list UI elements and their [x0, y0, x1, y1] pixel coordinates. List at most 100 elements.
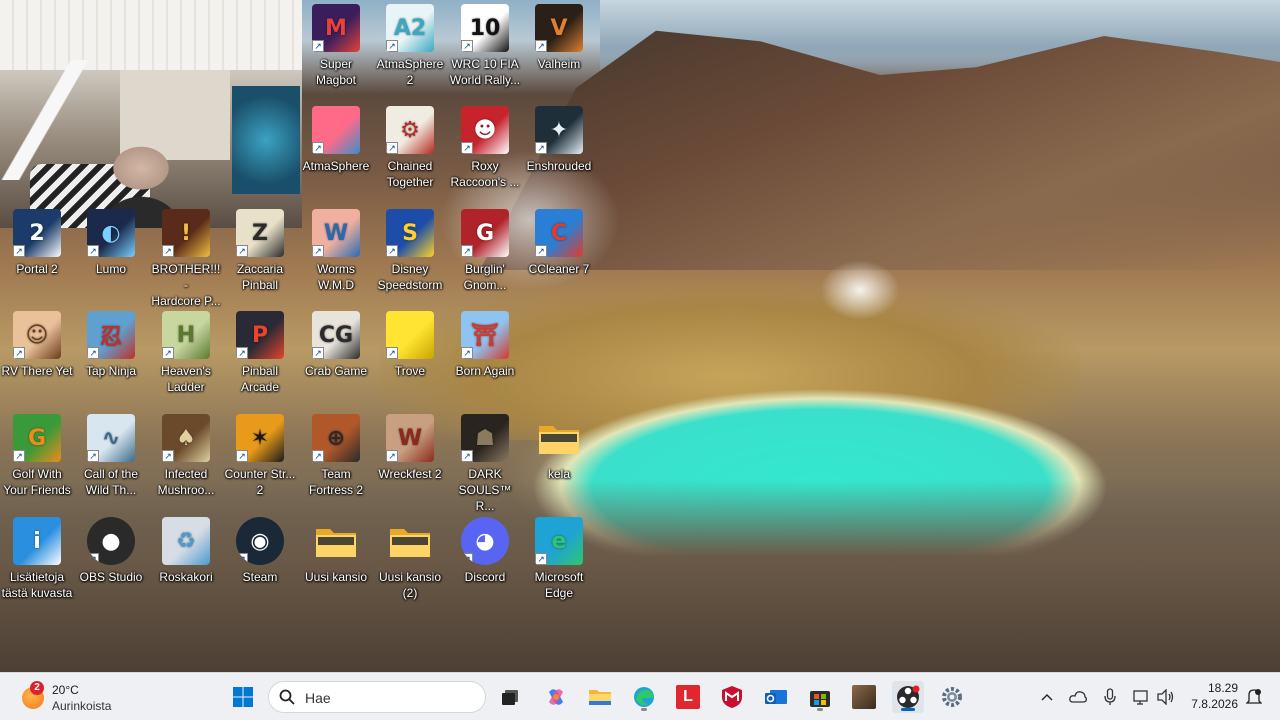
recycle-bin-icon: ♻: [162, 517, 210, 565]
portal2-icon: 2 ↗: [13, 209, 61, 257]
onedrive-icon: [1069, 691, 1087, 703]
clock-date: 7.8.2026: [1191, 697, 1238, 711]
taskbar-search[interactable]: Hae: [268, 681, 486, 713]
obs-icon: [897, 685, 920, 708]
desktop-icon-crab-game[interactable]: CG ↗ Crab Game: [299, 311, 373, 379]
shortcut-arrow-icon: ↗: [13, 245, 25, 257]
folder-icon: [535, 414, 583, 462]
start-button[interactable]: [227, 681, 259, 713]
desktop-icon-wrc10[interactable]: 10 ↗ WRC 10 FIA World Rally...: [448, 4, 522, 88]
team-fortress2-icon: ⊕ ↗: [312, 414, 360, 462]
obs-taskbar-button[interactable]: [892, 681, 924, 713]
desktop-icon-chained-together[interactable]: ⚙ ↗ Chained Together: [373, 106, 447, 190]
weather-widget[interactable]: 2 20°C Aurinkoista: [18, 681, 158, 713]
desktop-icon-spotlight-info[interactable]: i Lisätietoja tästä kuvasta: [0, 517, 74, 601]
shortcut-arrow-icon: ↗: [312, 40, 324, 52]
active-indicator: [641, 708, 647, 711]
shortcut-arrow-icon: ↗: [461, 450, 473, 462]
desktop-icon-counter-strike2[interactable]: ✶ ↗ Counter Str... 2: [223, 414, 297, 498]
desktop-icon-valheim[interactable]: V ↗ Valheim: [522, 4, 596, 72]
wallpaper-steam-vent: [820, 260, 900, 320]
desktop-icon-atmasphere2[interactable]: A2 ↗ AtmaSphere 2: [373, 4, 447, 88]
heavens-ladder-icon: H ↗: [162, 311, 210, 359]
desktop-icon-folder[interactable]: Uusi kansio: [299, 517, 373, 585]
desktop-icon-worms-wmd[interactable]: W ↗ Worms W.M.D: [299, 209, 373, 293]
copilot-button[interactable]: [540, 681, 572, 713]
game-app-icon: [852, 685, 876, 709]
tray-cloud[interactable]: [1068, 687, 1088, 707]
desktop-icon-super-magbot[interactable]: M ↗ Super Magbot: [299, 4, 373, 88]
game-taskbar-button[interactable]: [848, 681, 880, 713]
shortcut-arrow-icon: ↗: [236, 450, 248, 462]
tray-network[interactable]: [1132, 687, 1152, 707]
desktop-icon-edge[interactable]: e ↗ Microsoft Edge: [522, 517, 596, 601]
desktop-icon-steam[interactable]: ◉ ↗ Steam: [223, 517, 297, 585]
desktop-icon-heavens-ladder[interactable]: H ↗ Heaven's Ladder: [149, 311, 223, 395]
desktop-icon-lumo[interactable]: ◐ ↗ Lumo: [74, 209, 148, 277]
desktop-icon-label: OBS Studio: [79, 570, 143, 584]
desktop-icon-obs-studio[interactable]: ● ↗ OBS Studio: [74, 517, 148, 585]
desktop-icon-zaccaria-pinball[interactable]: Z ↗ Zaccaria Pinball: [223, 209, 297, 293]
golf-with-friends-icon: G ↗: [13, 414, 61, 462]
desktop-icon-label: Team Fortress 2: [308, 467, 363, 497]
desktop-icon-burglin-gnomes[interactable]: G ↗ Burglin' Gnom...: [448, 209, 522, 293]
file-explorer-button[interactable]: [584, 681, 616, 713]
desktop-icon-label: Pinball Arcade: [240, 364, 280, 394]
desktop-icon-label: Wreckfest 2: [378, 467, 442, 481]
desktop-icon-call-of-the-wild[interactable]: ∿ ↗ Call of the Wild Th...: [74, 414, 148, 498]
desktop-icon-trove[interactable]: ↗ Trove: [373, 311, 447, 379]
mail-icon: [765, 690, 787, 704]
desktop-icon-enshrouded[interactable]: ✦ ↗ Enshrouded: [522, 106, 596, 174]
edge-taskbar-button[interactable]: [628, 681, 660, 713]
outlook-button[interactable]: [760, 681, 792, 713]
desktop-icon-born-again[interactable]: ⛩ ↗ Born Again: [448, 311, 522, 379]
desktop-icon-label: BROTHER!!! - Hardcore P...: [151, 262, 221, 308]
l-app-button[interactable]: L: [672, 681, 704, 713]
desktop-icon-ccleaner[interactable]: C ↗ CCleaner 7: [522, 209, 596, 277]
desktop-icon-wreckfest2[interactable]: W ↗ Wreckfest 2: [373, 414, 447, 482]
desktop-icon-folder[interactable]: Uusi kansio (2): [373, 517, 447, 601]
trove-icon: ↗: [386, 311, 434, 359]
notifications-button[interactable]: [1244, 687, 1264, 707]
desktop-icon-folder[interactable]: kela: [522, 414, 596, 482]
desktop-icon-discord[interactable]: ◕ ↗ Discord: [448, 517, 522, 585]
tray-volume[interactable]: [1156, 687, 1176, 707]
desktop-icon-label: AtmaSphere: [302, 159, 370, 173]
shortcut-arrow-icon: ↗: [87, 347, 99, 359]
steam-icon: ◉ ↗: [236, 517, 284, 565]
desktop-icon-label: Microsoft Edge: [534, 570, 584, 600]
shortcut-arrow-icon: ↗: [236, 553, 248, 565]
mcafee-button[interactable]: [716, 681, 748, 713]
store-button[interactable]: [804, 681, 836, 713]
tray-microphone[interactable]: [1100, 687, 1120, 707]
desktop-icon-portal2[interactable]: 2 ↗ Portal 2: [0, 209, 74, 277]
desktop-icon-recycle-bin[interactable]: ♻ Roskakori: [149, 517, 223, 585]
desktop-icon-roxy-raccoon[interactable]: ☻ ↗ Roxy Raccoon's ...: [448, 106, 522, 190]
shortcut-arrow-icon: ↗: [461, 40, 473, 52]
desktop-icon-rv-there-yet[interactable]: ☺ ↗ RV There Yet: [0, 311, 74, 379]
shortcut-arrow-icon: ↗: [386, 142, 398, 154]
webcam-poster: [232, 86, 300, 194]
desktop-icon-label: Enshrouded: [526, 159, 592, 173]
desktop-icon-infected-mushroom[interactable]: ♠ ↗ Infected Mushroo...: [149, 414, 223, 498]
desktop-icon-atmasphere[interactable]: ↗ AtmaSphere: [299, 106, 373, 174]
desktop-icon-pinball-arcade[interactable]: P ↗ Pinball Arcade: [223, 311, 297, 395]
desktop-icon-brother[interactable]: ! ↗ BROTHER!!! - Hardcore P...: [149, 209, 223, 309]
brother-icon: ! ↗: [162, 209, 210, 257]
desktop-icon-label: Roskakori: [159, 570, 213, 584]
dark-souls-icon: ☗ ↗: [461, 414, 509, 462]
desktop-icon-disney-speedstorm[interactable]: S ↗ Disney Speedstorm: [373, 209, 447, 293]
taskbar: 2 20°C Aurinkoista Hae L 18.29 7.8.2026: [0, 672, 1280, 720]
atmasphere2-icon: A2 ↗: [386, 4, 434, 52]
active-indicator: [817, 708, 823, 711]
desktop-icon-dark-souls[interactable]: ☗ ↗ DARK SOULS™ R...: [448, 414, 522, 514]
desktop-icon-team-fortress2[interactable]: ⊕ ↗ Team Fortress 2: [299, 414, 373, 498]
infected-mushroom-icon: ♠ ↗: [162, 414, 210, 462]
shortcut-arrow-icon: ↗: [236, 245, 248, 257]
show-hidden-icons[interactable]: [1037, 687, 1057, 707]
task-view-button[interactable]: [494, 681, 526, 713]
settings-button[interactable]: [936, 681, 968, 713]
desktop-icon-tap-ninja[interactable]: 忍 ↗ Tap Ninja: [74, 311, 148, 379]
desktop-icon-golf-with-friends[interactable]: G ↗ Golf With Your Friends: [0, 414, 74, 498]
shortcut-arrow-icon: ↗: [386, 245, 398, 257]
